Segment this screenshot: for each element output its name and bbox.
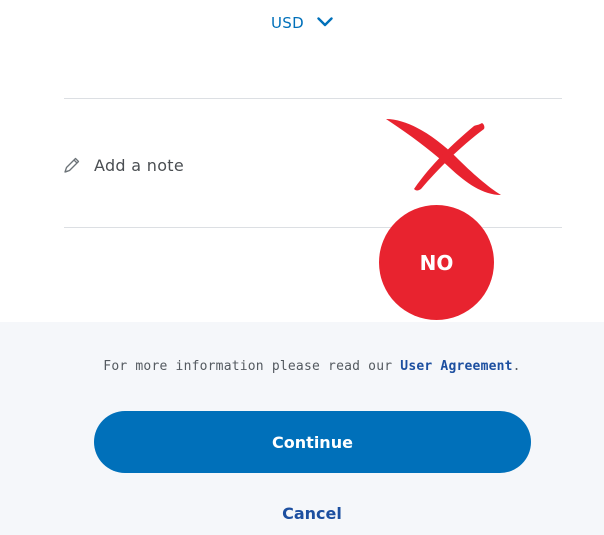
divider-top [64, 98, 562, 99]
pencil-icon [62, 155, 82, 175]
cancel-link[interactable]: Cancel [0, 504, 604, 523]
user-agreement-link[interactable]: User Agreement [400, 359, 512, 374]
divider-bottom [64, 227, 562, 228]
currency-selector[interactable]: USD [0, 14, 604, 32]
add-note-field[interactable]: Add a note [62, 150, 184, 180]
payment-card: USD Add a note NO [0, 0, 604, 322]
add-note-label: Add a note [94, 155, 184, 175]
no-badge: NO [379, 205, 494, 320]
chevron-down-icon[interactable] [317, 13, 333, 31]
red-x-mark-icon [380, 105, 505, 200]
currency-code[interactable]: USD [271, 14, 304, 32]
user-agreement-notice: For more information please read our Use… [0, 359, 604, 374]
notice-prefix: For more information please read our [103, 359, 401, 374]
notice-suffix: . [512, 359, 521, 374]
continue-button[interactable]: Continue [94, 411, 531, 473]
